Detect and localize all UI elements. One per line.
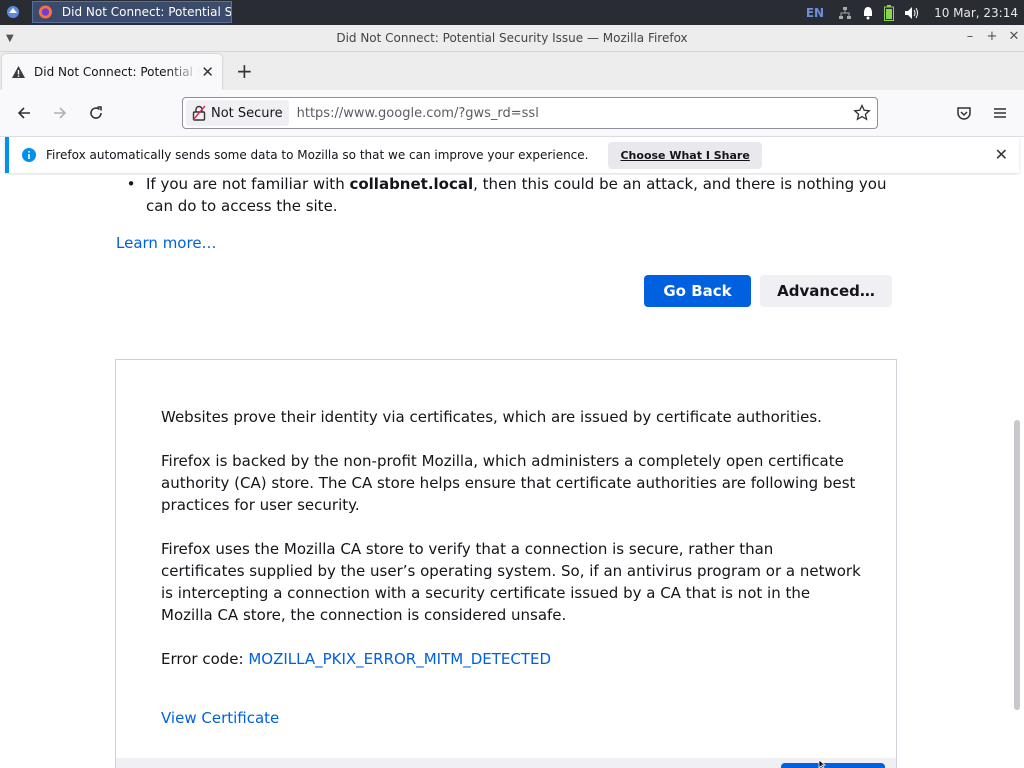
system-tray: EN 10 Mar, 23:14 (806, 0, 1024, 25)
bullet-text: If you are not familiar with collabnet.l… (146, 175, 896, 217)
panel-paragraph-3: Firefox uses the Mozilla CA store to ver… (161, 540, 861, 624)
battery-icon[interactable] (884, 4, 895, 21)
back-icon[interactable] (14, 103, 34, 123)
view-certificate-link[interactable]: View Certificate (161, 707, 279, 729)
minimize-icon[interactable]: – (962, 29, 978, 44)
bullet-prefix: If you are not familiar with (146, 175, 350, 193)
panel-paragraph-1: Websites prove their identity via certif… (161, 408, 822, 426)
system-taskbar: Did Not Connect: Potential S... EN 10 Ma… (0, 0, 1024, 25)
data-reporting-notification: Firefox automatically sends some data to… (5, 137, 1019, 173)
mouse-cursor-icon (818, 760, 827, 768)
new-tab-icon[interactable]: + (236, 61, 253, 81)
address-bar[interactable]: Not Secure https://www.google.com/?gws_r… (182, 97, 878, 129)
forward-icon[interactable] (50, 103, 70, 123)
list-item: • If you are not familiar with collabnet… (116, 175, 896, 217)
page-content: • If you are not familiar with collabnet… (0, 175, 1024, 768)
reload-icon[interactable] (86, 103, 106, 123)
firefox-icon (38, 5, 52, 19)
choose-what-i-share-button[interactable]: Choose What I Share (608, 141, 762, 169)
bell-icon[interactable] (862, 6, 874, 20)
site-security-button[interactable]: Not Secure (186, 100, 289, 126)
info-icon (22, 148, 36, 162)
tab-active[interactable]: Did Not Connect: Potential Security Issu… (2, 54, 222, 90)
tab-close-icon[interactable]: ✕ (201, 63, 214, 81)
not-secure-label: Not Secure (211, 105, 283, 121)
start-menu-icon[interactable] (6, 5, 20, 19)
network-icon[interactable] (838, 6, 852, 20)
close-window-icon[interactable]: ✕ (1006, 29, 1022, 44)
learn-more-link[interactable]: Learn more… (116, 232, 217, 254)
taskbar-window-title: Did Not Connect: Potential S... (61, 5, 231, 19)
page-scrollbar[interactable] (1014, 420, 1020, 710)
volume-icon[interactable] (904, 6, 920, 20)
advanced-panel: Websites prove their identity via certif… (115, 359, 897, 768)
hostname: collabnet.local (349, 175, 474, 193)
error-code-link[interactable]: MOZILLA_PKIX_ERROR_MITM_DETECTED (248, 650, 551, 668)
error-code-label: Error code: (161, 650, 249, 668)
notification-message: Firefox automatically sends some data to… (46, 148, 589, 162)
error-code-line: Error code: MOZILLA_PKIX_ERROR_MITM_DETE… (161, 648, 861, 670)
taskbar-window-button[interactable]: Did Not Connect: Potential S... (32, 1, 232, 23)
advanced-button[interactable]: Advanced… (760, 275, 892, 307)
bullet-dot: • (126, 175, 136, 193)
navigation-bar: Not Secure https://www.google.com/?gws_r… (0, 90, 1024, 137)
warning-icon (12, 66, 25, 78)
tab-title: Did Not Connect: Potential Security Issu… (34, 65, 200, 79)
bookmark-star-icon[interactable] (853, 103, 871, 126)
pocket-icon[interactable] (954, 103, 974, 123)
panel-footer (116, 758, 896, 768)
keyboard-layout-indicator[interactable]: EN (806, 6, 824, 20)
insecure-lock-icon (192, 105, 206, 121)
menu-hamburger-icon[interactable] (990, 103, 1010, 123)
accept-risk-button[interactable] (781, 763, 885, 768)
window-titlebar: ▼ Did Not Connect: Potential Security Is… (0, 25, 1024, 52)
maximize-icon[interactable]: + (984, 29, 1000, 44)
go-back-button[interactable]: Go Back (644, 275, 751, 307)
window-title: Did Not Connect: Potential Security Issu… (336, 31, 688, 45)
panel-paragraph-2: Firefox is backed by the non-profit Mozi… (161, 452, 856, 514)
clock[interactable]: 10 Mar, 23:14 (934, 6, 1018, 20)
tab-strip: Did Not Connect: Potential Security Issu… (0, 52, 1024, 90)
notification-close-icon[interactable]: ✕ (995, 145, 1008, 164)
url-text[interactable]: https://www.google.com/?gws_rd=ssl (297, 106, 539, 121)
